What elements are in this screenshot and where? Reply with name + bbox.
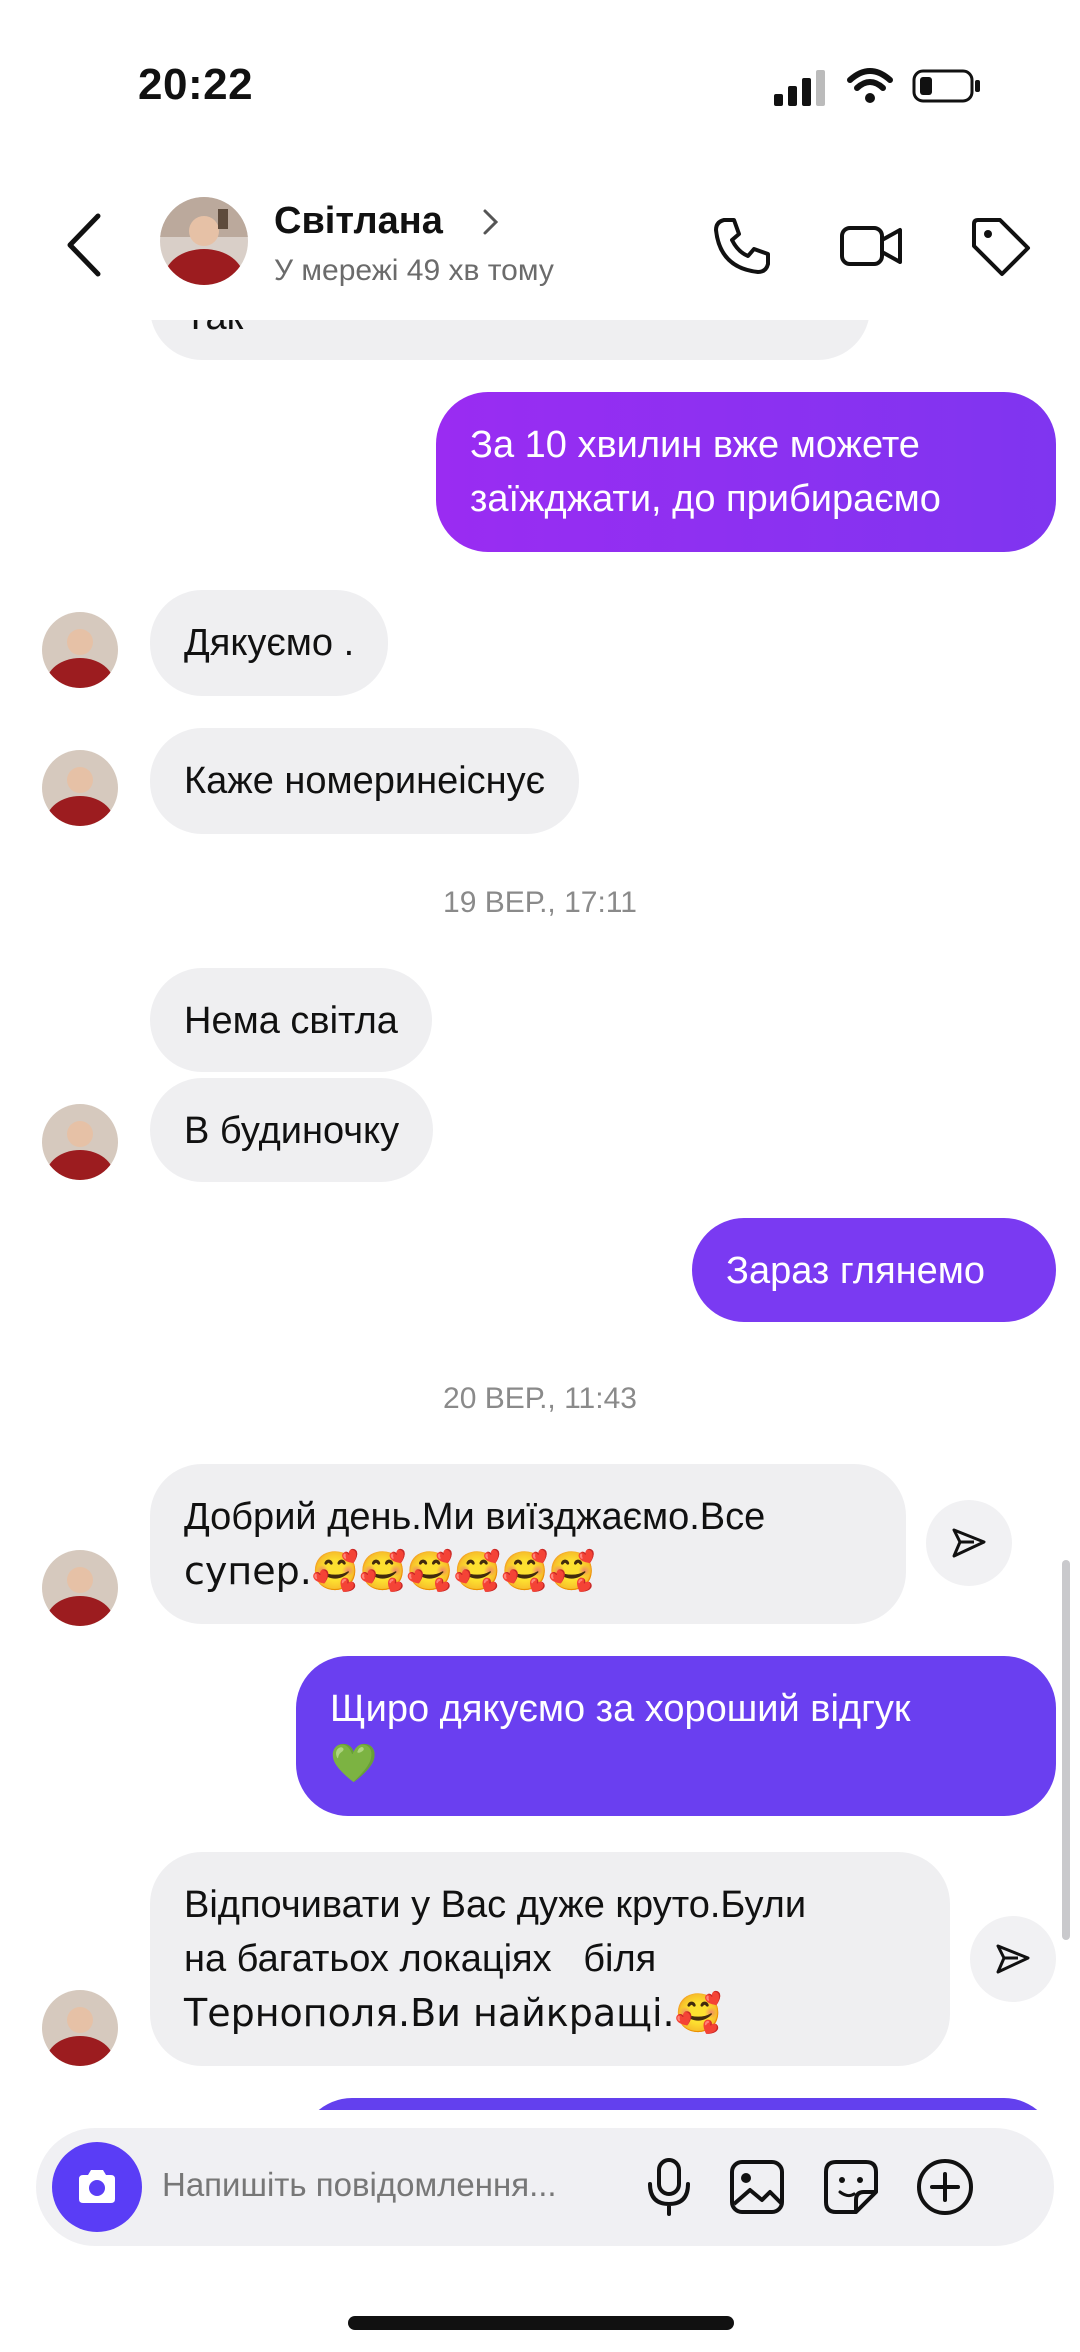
tag-icon[interactable] — [964, 210, 1036, 282]
message-text: Щиро дякуємо за хороший відгук — [330, 1688, 911, 1730]
message-text: Зараз глянемо — [726, 1250, 986, 1292]
wifi-icon — [847, 68, 893, 103]
add-icon[interactable] — [912, 2154, 978, 2220]
message-bubble-incoming[interactable]: Дякуємо . — [150, 590, 389, 696]
contact-name[interactable]: Світлана — [274, 200, 443, 243]
message-bubble-outgoing[interactable]: За 10 хвилин вже можете заїжджати, до пр… — [436, 392, 1056, 552]
date-separator: 19 ВЕР., 17:11 — [443, 886, 637, 919]
message-text: Тернополя.Ви найкращі.🥰 — [184, 1991, 722, 2035]
cellular-signal-icon — [774, 70, 825, 106]
message-bubble-incoming[interactable]: Каже номеринеіснує — [150, 728, 580, 834]
message-text: Нема світла — [184, 1000, 398, 1042]
message-bubble-incoming[interactable]: Добрий день.Ми виїзджаємо.Все супер.🥰🥰🥰🥰… — [150, 1464, 906, 1624]
video-call-icon[interactable] — [836, 210, 908, 282]
message-bubble-incoming[interactable]: В будиночку — [150, 1078, 434, 1182]
sticker-icon[interactable] — [818, 2154, 884, 2220]
message-input[interactable]: Напишіть повідомлення... — [162, 2166, 557, 2204]
contact-avatar-small — [42, 750, 118, 826]
message-text: на багатьох локаціях біля — [184, 1938, 657, 1980]
status-bar: 20:22 — [0, 0, 1080, 170]
message-text: В будиночку — [184, 1110, 400, 1152]
camera-button[interactable] — [52, 2142, 142, 2232]
contact-status: У мережі 49 хв тому — [274, 254, 554, 287]
date-separator: 20 ВЕР., 11:43 — [443, 1382, 637, 1415]
scrollbar[interactable] — [1062, 1560, 1070, 1940]
camera-icon — [79, 2170, 115, 2203]
contact-avatar-small — [42, 1104, 118, 1180]
message-text: Дякуємо . — [184, 622, 355, 664]
message-bubble-outgoing[interactable]: Щиро дякуємо за хороший відгук 💚 — [296, 1656, 1056, 1816]
message-composer[interactable]: Напишіть повідомлення... — [36, 2128, 1054, 2246]
phone-call-icon[interactable] — [706, 210, 778, 282]
contact-avatar-small — [42, 612, 118, 688]
message-text: Відпочивати у Вас дуже круто.Були — [184, 1884, 807, 1926]
message-text: Каже номеринеіснує — [184, 760, 546, 802]
message-bubble-incoming[interactable]: Нема світла — [150, 968, 432, 1072]
message-text: За 10 хвилин вже можете — [470, 424, 920, 466]
gallery-icon[interactable] — [724, 2154, 790, 2220]
contact-avatar-small — [42, 1990, 118, 2066]
back-arrow-icon[interactable] — [62, 210, 106, 280]
share-button[interactable] — [970, 1916, 1056, 2002]
message-bubble-outgoing[interactable]: Зараз глянемо — [692, 1218, 1056, 1322]
battery-icon — [912, 69, 980, 103]
message-thread[interactable]: Так За 10 хвилин вже можете заїжджати, д… — [0, 300, 1080, 2120]
send-arrow-icon — [952, 1528, 986, 1558]
share-button[interactable] — [926, 1500, 1012, 1586]
send-arrow-icon — [996, 1944, 1030, 1974]
message-text: Добрий день.Ми виїзджаємо.Все — [184, 1496, 766, 1538]
message-text: заїжджати, до прибираємо — [470, 478, 941, 520]
microphone-icon[interactable] — [636, 2154, 702, 2220]
message-text: 💚 — [330, 1741, 378, 1785]
status-time: 20:22 — [138, 60, 254, 109]
message-bubble-incoming[interactable]: Відпочивати у Вас дуже круто.Були на баг… — [150, 1852, 950, 2066]
message-text: супер.🥰🥰🥰🥰🥰🥰 — [184, 1549, 596, 1593]
home-indicator — [348, 2316, 734, 2330]
contact-avatar[interactable] — [160, 197, 248, 285]
chat-header: Світлана У мережі 49 хв тому — [0, 170, 1080, 320]
contact-avatar-small — [42, 1550, 118, 1626]
chevron-right-icon[interactable] — [480, 204, 502, 240]
